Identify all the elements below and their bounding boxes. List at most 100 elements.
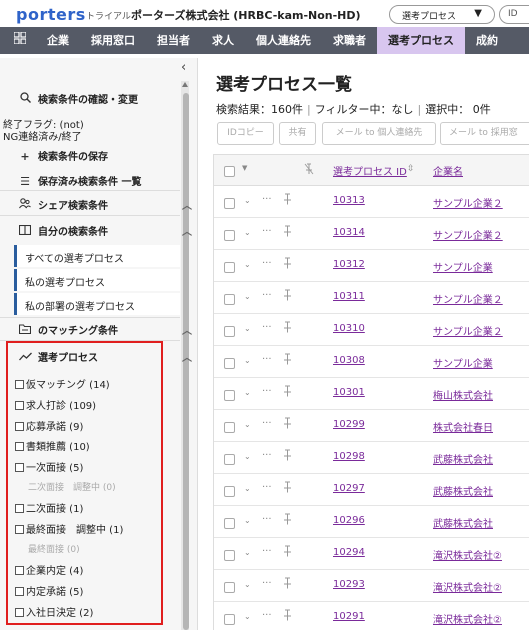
app-grid-icon[interactable] — [0, 27, 36, 54]
nav-tab-selection-process[interactable]: 選考プロセス — [377, 27, 465, 54]
column-header-process-id[interactable]: 選考プロセス ID — [333, 163, 407, 178]
pin-icon[interactable] — [283, 449, 292, 464]
more-options-icon[interactable]: ··· — [262, 450, 272, 461]
my-conditions-toggle[interactable]: 自分の検索条件 ︿ — [18, 223, 198, 238]
row-checkbox[interactable] — [224, 582, 235, 593]
process-id-link[interactable]: 10297 — [333, 483, 365, 494]
checkbox[interactable] — [15, 504, 24, 513]
chevron-down-icon[interactable]: ⌄ — [244, 484, 251, 493]
company-name-link[interactable]: 滝沢株式会社② — [433, 611, 502, 626]
matching-conditions-toggle[interactable]: のマッチング条件 ︿ — [18, 322, 198, 337]
table-row[interactable]: ⌄ ··· 10311 サンプル企業２ — [214, 282, 529, 314]
company-name-link[interactable]: サンプル企業 — [433, 355, 493, 370]
chevron-down-icon[interactable]: ⌄ — [244, 260, 251, 269]
table-row[interactable]: ⌄ ··· 10312 サンプル企業 — [214, 250, 529, 282]
pin-icon[interactable] — [283, 193, 292, 208]
table-row[interactable]: ⌄ ··· 10310 サンプル企業２ — [214, 314, 529, 346]
table-row[interactable]: ⌄ ··· 10313 サンプル企業２ — [214, 186, 529, 218]
caret-down-icon[interactable]: ▼ — [242, 164, 247, 172]
process-id-link[interactable]: 10308 — [333, 355, 365, 366]
more-options-icon[interactable]: ··· — [262, 226, 272, 237]
process-id-link[interactable]: 10293 — [333, 579, 365, 590]
pin-icon[interactable] — [283, 321, 292, 336]
phase-checkbox-row[interactable]: 仮マッチング (14) — [15, 376, 110, 391]
scroll-up-icon[interactable] — [182, 82, 188, 87]
table-row[interactable]: ⌄ ··· 10299 株式会社春日 — [214, 410, 529, 442]
pin-icon[interactable] — [283, 417, 292, 432]
phase-checkbox-row[interactable]: 入社日決定 (2) — [15, 604, 93, 619]
row-checkbox[interactable] — [224, 518, 235, 529]
nav-tab-contract[interactable]: 成約 — [465, 27, 509, 54]
pin-icon[interactable] — [283, 577, 292, 592]
table-row[interactable]: ⌄ ··· 10297 武藤株式会社 — [214, 474, 529, 506]
table-row[interactable]: ⌄ ··· 10291 滝沢株式会社② — [214, 602, 529, 630]
phase-checkbox-row[interactable]: 内定承諾 (5) — [15, 583, 83, 598]
company-name-link[interactable]: サンプル企業２ — [433, 195, 503, 210]
mail-personal-contact-button[interactable]: メール to 個人連絡先 — [322, 122, 436, 145]
process-id-link[interactable]: 10311 — [333, 291, 365, 302]
company-name-link[interactable]: 梅山株式会社 — [433, 387, 493, 402]
chevron-down-icon[interactable]: ⌄ — [244, 356, 251, 365]
nav-tab-recruiter-contact[interactable]: 採用窓口 — [80, 27, 146, 54]
porters-logo[interactable]: porters — [16, 5, 86, 24]
table-row[interactable]: ⌄ ··· 10298 武藤株式会社 — [214, 442, 529, 474]
checkbox[interactable] — [15, 422, 24, 431]
process-id-link[interactable]: 10310 — [333, 323, 365, 334]
more-options-icon[interactable]: ··· — [262, 354, 272, 365]
id-search-input[interactable]: ID — [499, 5, 529, 24]
more-options-icon[interactable]: ··· — [262, 418, 272, 429]
process-section-toggle[interactable]: 選考プロセス ︿ — [18, 349, 198, 364]
checkbox[interactable] — [15, 587, 24, 596]
check-conditions-link[interactable]: 検索条件の確認・変更 — [18, 91, 198, 106]
process-id-link[interactable]: 10313 — [333, 195, 365, 206]
process-id-link[interactable]: 10298 — [333, 451, 365, 462]
row-checkbox[interactable] — [224, 486, 235, 497]
pin-icon[interactable] — [283, 609, 292, 624]
more-options-icon[interactable]: ··· — [262, 290, 272, 301]
table-row[interactable]: ⌄ ··· 10314 サンプル企業２ — [214, 218, 529, 250]
chevron-down-icon[interactable]: ⌄ — [244, 548, 251, 557]
pin-icon[interactable] — [283, 513, 292, 528]
nav-tab-candidate[interactable]: 求職者 — [322, 27, 377, 54]
company-name-link[interactable]: サンプル企業 — [433, 259, 493, 274]
more-options-icon[interactable]: ··· — [262, 514, 272, 525]
company-name-link[interactable]: サンプル企業２ — [433, 323, 503, 338]
process-id-link[interactable]: 10301 — [333, 387, 365, 398]
chevron-down-icon[interactable]: ⌄ — [244, 292, 251, 301]
row-checkbox[interactable] — [224, 614, 235, 625]
chevron-down-icon[interactable]: ⌄ — [244, 452, 251, 461]
company-name-link[interactable]: 武藤株式会社 — [433, 515, 493, 530]
table-row[interactable]: ⌄ ··· 10294 滝沢株式会社② — [214, 538, 529, 570]
checkbox[interactable] — [15, 566, 24, 575]
saved-condition-mine[interactable]: 私の選考プロセス — [14, 269, 180, 291]
process-id-link[interactable]: 10291 — [333, 611, 365, 622]
sort-icon[interactable]: ⇳ — [407, 164, 415, 174]
company-name-link[interactable]: サンプル企業２ — [433, 291, 503, 306]
checkbox[interactable] — [15, 608, 24, 617]
row-checkbox[interactable] — [224, 358, 235, 369]
company-name-link[interactable]: サンプル企業２ — [433, 227, 503, 242]
row-checkbox[interactable] — [224, 390, 235, 401]
chevron-down-icon[interactable]: ⌄ — [244, 228, 251, 237]
checkbox[interactable] — [15, 442, 24, 451]
row-checkbox[interactable] — [224, 422, 235, 433]
saved-condition-all[interactable]: すべての選考プロセス — [14, 245, 180, 267]
nav-tab-job[interactable]: 求人 — [201, 27, 245, 54]
save-conditions-link[interactable]: + 検索条件の保存 — [18, 148, 198, 163]
company-name-link[interactable]: 滝沢株式会社② — [433, 579, 502, 594]
row-checkbox[interactable] — [224, 454, 235, 465]
more-options-icon[interactable]: ··· — [262, 194, 272, 205]
chevron-down-icon[interactable]: ⌄ — [244, 580, 251, 589]
chevron-down-icon[interactable]: ⌄ — [244, 516, 251, 525]
chevron-down-icon[interactable]: ⌄ — [244, 324, 251, 333]
phase-checkbox-row[interactable]: 企業内定 (4) — [15, 562, 83, 577]
pin-icon[interactable] — [283, 257, 292, 272]
phase-checkbox-row[interactable]: 一次面接 (5) — [15, 459, 83, 474]
table-row[interactable]: ⌄ ··· 10301 梅山株式会社 — [214, 378, 529, 410]
phase-checkbox-row[interactable]: 最終面接 調整中 (1) — [15, 521, 123, 536]
row-checkbox[interactable] — [224, 230, 235, 241]
phase-checkbox-row[interactable]: 応募承諾 (9) — [15, 418, 83, 433]
pin-off-icon[interactable] — [304, 163, 314, 178]
table-row[interactable]: ⌄ ··· 10308 サンプル企業 — [214, 346, 529, 378]
checkbox[interactable] — [15, 463, 24, 472]
